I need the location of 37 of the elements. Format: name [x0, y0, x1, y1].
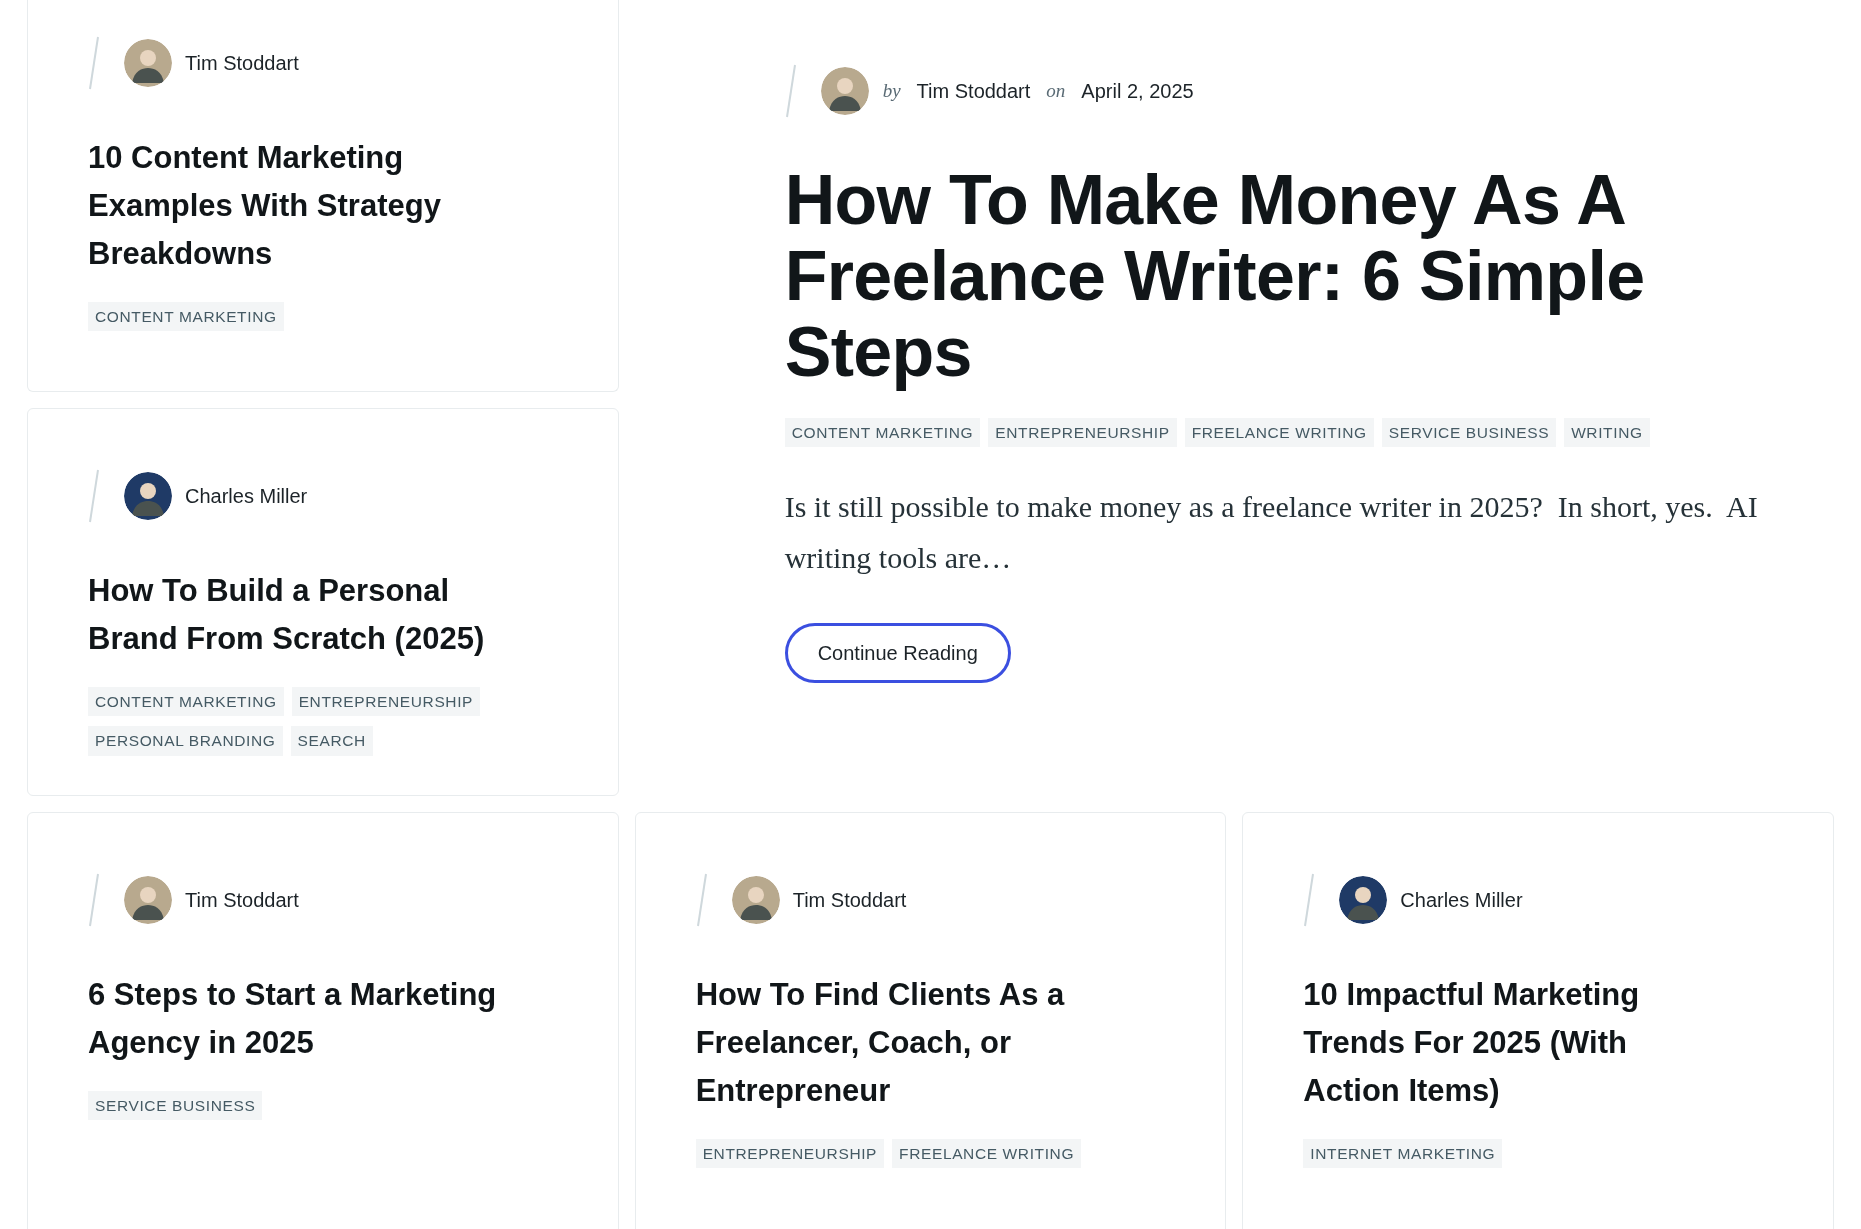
category-tag[interactable]: SERVICE BUSINESS — [88, 1091, 263, 1121]
category-tag[interactable]: CONTENT MARKETING — [88, 687, 284, 717]
slash-divider-icon — [1303, 873, 1316, 927]
author-name[interactable]: Tim Stoddart — [185, 885, 299, 915]
author-name[interactable]: Charles Miller — [1400, 885, 1523, 915]
article-title[interactable]: 6 Steps to Start a Marketing Agency in 2025 — [88, 971, 508, 1067]
featured-title[interactable]: How To Make Money As A Freelance Writer: 6 Simple Steps — [784, 162, 1735, 390]
category-tag[interactable]: FREELANCE WRITING — [1184, 418, 1374, 448]
category-tag[interactable]: ENTREPRENEURSHIP — [695, 1139, 885, 1169]
slash-divider-icon — [88, 36, 100, 90]
category-tag[interactable]: FREELANCE WRITING — [892, 1139, 1082, 1169]
article-title[interactable]: How To Find Clients As a Freelancer, Coach, or Entrepreneur — [695, 971, 1116, 1115]
author-name[interactable]: Tim Stoddart — [185, 48, 299, 78]
category-tag[interactable]: WRITING — [1564, 418, 1650, 448]
article-title[interactable]: 10 Content Marketing Examples With Strategy Breakdowns — [88, 134, 508, 278]
category-tag[interactable]: CONTENT MARKETING — [784, 418, 981, 448]
slash-divider-icon — [88, 469, 100, 523]
category-tag[interactable]: SEARCH — [290, 726, 373, 756]
article-excerpt: Is it still possible to make money as a freelance writer in 2025? In short, yes. AI writing tools are… — [784, 489, 1759, 577]
category-tag[interactable]: INTERNET MARKETING — [1303, 1139, 1503, 1169]
category-tag[interactable]: SERVICE BUSINESS — [1381, 418, 1557, 448]
author-name[interactable]: Charles Miller — [185, 481, 308, 511]
category-tag[interactable]: ENTREPRENEURSHIP — [291, 687, 481, 717]
article-title[interactable]: How To Build a Personal Brand From Scratch (2025) — [88, 567, 508, 663]
continue-reading-button[interactable]: Continue Reading — [784, 623, 1011, 684]
slash-divider-icon — [784, 64, 797, 118]
category-tag[interactable]: PERSONAL BRANDING — [88, 726, 283, 756]
slash-divider-icon — [695, 873, 708, 927]
category-tag[interactable]: CONTENT MARKETING — [88, 302, 284, 332]
author-name[interactable]: Tim Stoddart — [792, 885, 907, 915]
on-label: on — [1046, 78, 1066, 103]
article-title[interactable]: 10 Impactful Marketing Trends For 2025 (With Action Items) — [1303, 971, 1724, 1115]
by-label: by — [882, 78, 901, 103]
slash-divider-icon — [88, 873, 100, 927]
category-tag[interactable]: ENTREPRENEURSHIP — [988, 418, 1177, 448]
post-date: April 2, 2025 — [1081, 79, 1194, 104]
author-name[interactable]: Tim Stoddart — [916, 76, 1031, 106]
